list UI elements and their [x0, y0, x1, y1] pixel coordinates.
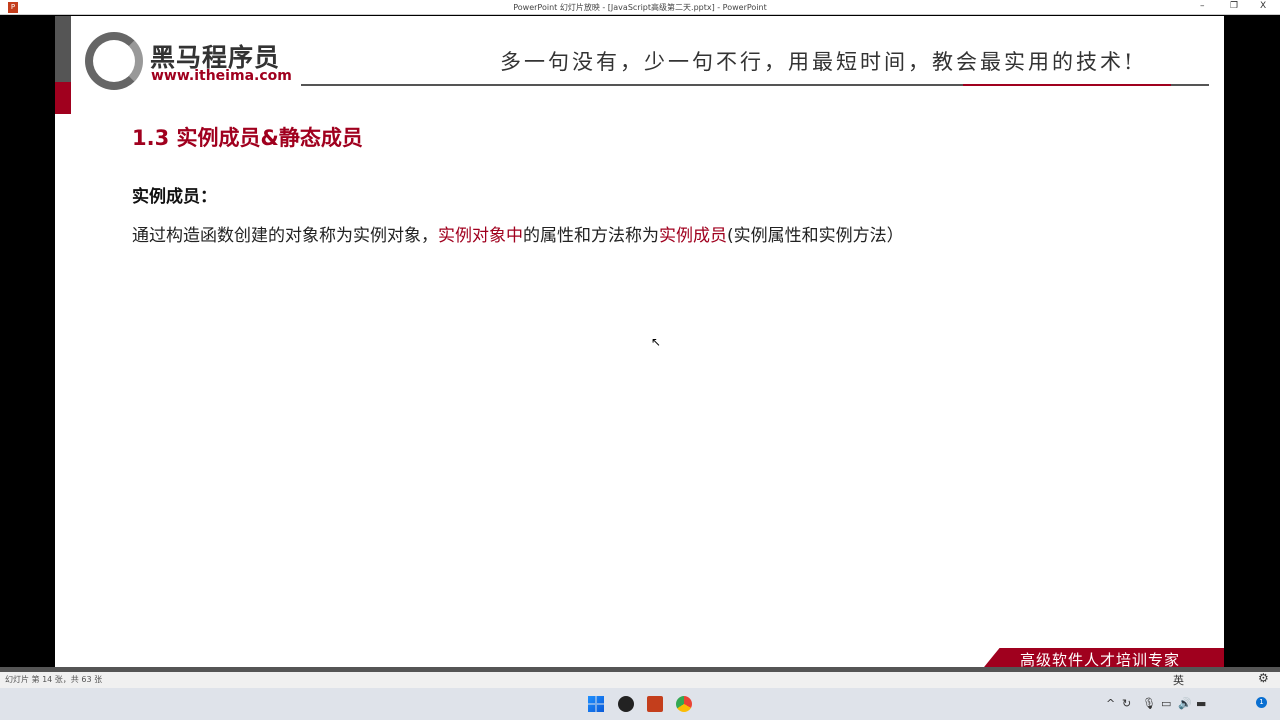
highlight-text: 实例成员 [659, 226, 727, 246]
slide-subheading: 实例成员： [132, 187, 217, 207]
body-text: 的属性和方法称为 [523, 226, 659, 246]
slide[interactable]: 黑马程序员 www.itheima.com 多一句没有，少一句不行，用最短时间，… [55, 16, 1224, 667]
sync-icon[interactable]: ↻ [1122, 697, 1131, 710]
horse-logo-icon [85, 32, 143, 90]
battery-icon[interactable]: ▬ [1196, 697, 1206, 710]
powerpoint-icon: P [8, 2, 18, 13]
slide-body: 通过构造函数创建的对象称为实例对象，实例对象中的属性和方法称为实例成员(实例属性… [132, 221, 904, 246]
taskbar: ^ ↻ 🎙 ▭ 🔊 ▬ 1 [0, 688, 1280, 720]
mouse-cursor-icon: ↖ [651, 335, 662, 349]
chrome-icon[interactable] [676, 696, 692, 712]
slide-count: 幻灯片 第 14 张，共 63 张 [5, 675, 103, 684]
title-bar: P PowerPoint 幻灯片放映 - [JavaScript高级第二天.pp… [0, 0, 1280, 15]
body-text: 通过构造函数创建的对象称为实例对象， [132, 226, 438, 246]
highlight-text: 实例对象中 [438, 226, 523, 246]
network-icon[interactable]: ▭ [1161, 697, 1171, 710]
window-title: PowerPoint 幻灯片放映 - [JavaScript高级第二天.pptx… [513, 2, 767, 12]
decor-bar-gray [55, 16, 71, 82]
notification-badge[interactable]: 1 [1256, 697, 1267, 708]
powerpoint-taskbar-icon[interactable] [647, 696, 663, 712]
start-icon[interactable] [588, 696, 604, 712]
ime-indicator[interactable]: 英 [1173, 672, 1184, 688]
decor-bar-red [55, 82, 71, 114]
chevron-up-icon[interactable]: ^ [1106, 697, 1115, 710]
footer-banner: 高级软件人才培训专家 [980, 648, 1224, 667]
body-text: (实例属性和实例方法） [727, 226, 904, 246]
logo-url: www.itheima.com [151, 68, 292, 84]
app-icon[interactable] [618, 696, 634, 712]
minimize-button[interactable]: – [1200, 1, 1205, 11]
volume-icon[interactable]: 🔊 [1178, 697, 1192, 710]
microphone-icon[interactable]: 🎙 [1142, 697, 1156, 710]
restore-button[interactable]: ❐ [1230, 1, 1238, 11]
close-button[interactable]: X [1260, 1, 1266, 11]
slide-heading: 1.3 实例成员&静态成员 [132, 126, 363, 150]
gear-icon[interactable]: ⚙ [1258, 671, 1269, 685]
status-bar: 幻灯片 第 14 张，共 63 张 [0, 667, 1280, 688]
header-divider-accent [963, 84, 1171, 86]
slogan: 多一句没有，少一句不行，用最短时间，教会最实用的技术! [500, 50, 1136, 74]
